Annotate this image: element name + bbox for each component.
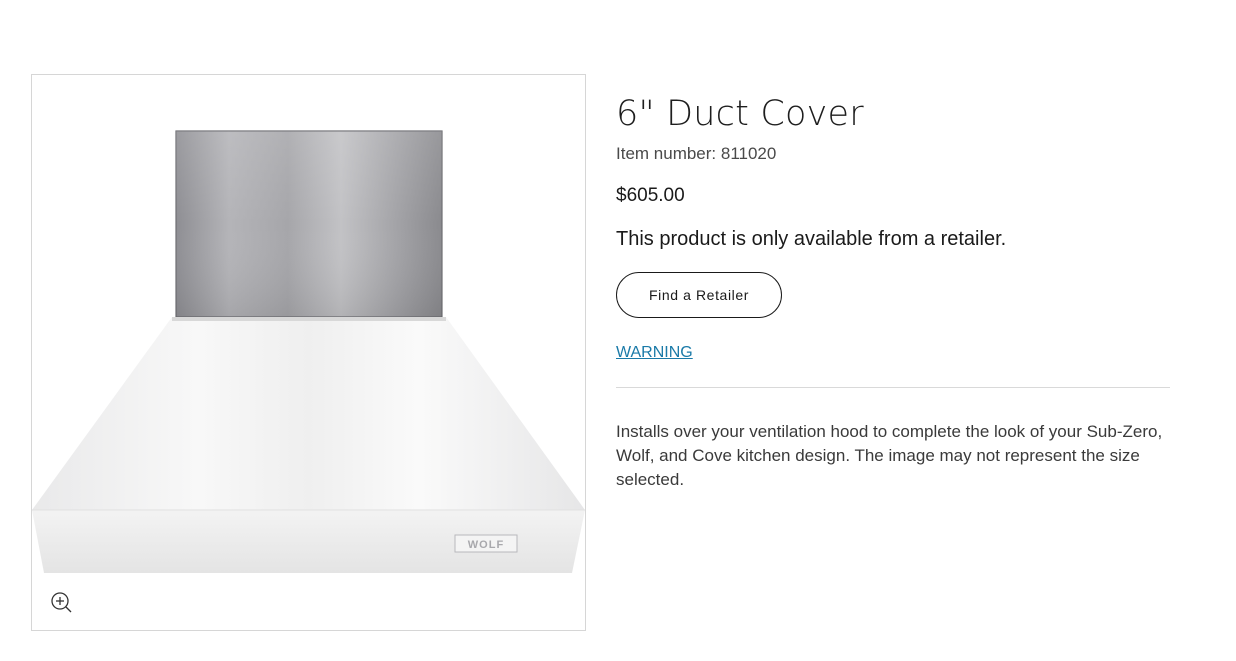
product-image: WOLF [32,130,585,573]
product-price: $605.00 [616,185,685,206]
product-description: Installs over your ventilation hood to c… [616,422,1163,489]
product-title: 6" Duct Cover [616,94,864,134]
item-number: Item number: 811020 [616,144,777,163]
availability-notice: This product is only available from a re… [616,228,1007,250]
brand-plate-text: WOLF [468,539,504,551]
zoom-in-icon [51,592,72,613]
section-divider [616,387,1170,388]
product-details: 6" Duct Cover Item number: 811020 $605.0… [616,90,1171,492]
product-image-frame: WOLF [31,74,586,631]
zoom-in-button[interactable] [48,589,76,617]
product-page: WOLF 6" Duct Cover Item number: 811020 $… [0,0,1236,661]
find-retailer-button[interactable]: Find a Retailer [616,272,782,318]
warning-link[interactable]: WARNING [616,343,693,363]
